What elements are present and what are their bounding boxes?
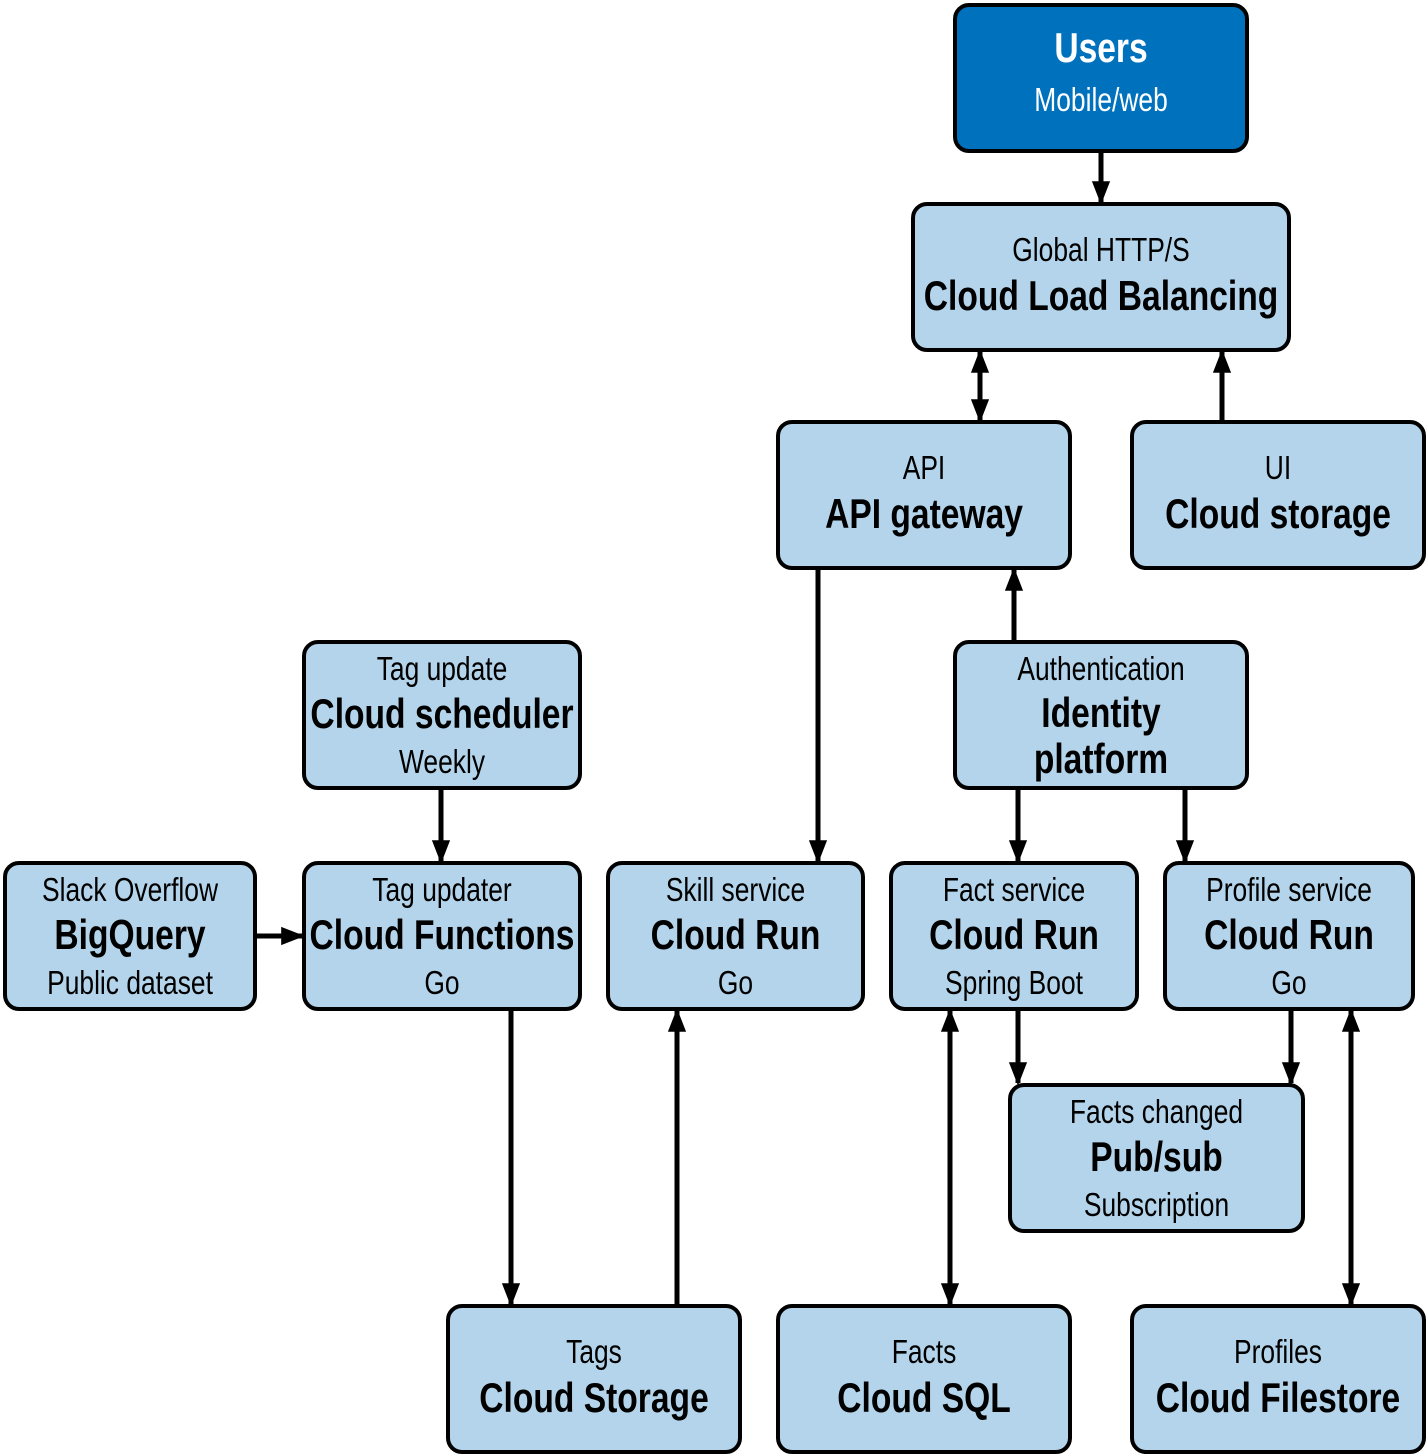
node-subtitle: Mobile/web: [1034, 82, 1168, 118]
node-subtitle: Slack Overflow: [42, 872, 218, 908]
node-users: Users Mobile/web: [953, 3, 1249, 153]
node-subtitle: Go: [718, 965, 753, 1001]
node-title: Cloud storage: [1165, 492, 1391, 538]
node-subtitle: Spring Boot: [945, 965, 1084, 1001]
node-subtitle: Profile service: [1206, 872, 1372, 908]
node-subtitle: Skill service: [666, 872, 805, 908]
node-title: platform: [1034, 737, 1168, 783]
node-title: Cloud Functions: [310, 913, 575, 959]
node-subtitle: Tags: [566, 1334, 622, 1370]
node-api-gateway: API API gateway: [776, 420, 1072, 570]
node-subtitle: Authentication: [1017, 651, 1184, 687]
node-skill-service: Skill service Cloud Run Go: [606, 861, 865, 1011]
node-subtitle: API: [903, 450, 946, 486]
node-title: Cloud Run: [929, 913, 1099, 959]
node-fact-service: Fact service Cloud Run Spring Boot: [889, 861, 1139, 1011]
node-title: Cloud Run: [651, 913, 821, 959]
node-title: Pub/sub: [1090, 1135, 1222, 1181]
architecture-diagram: Users Mobile/web Global HTTP/S Cloud Load B…: [3, 3, 1426, 1454]
node-title: Cloud Filestore: [1156, 1376, 1400, 1422]
node-subtitle: Tag updater: [372, 872, 511, 908]
node-title: Cloud scheduler: [310, 692, 573, 738]
node-load-balancing: Global HTTP/S Cloud Load Balancing: [911, 202, 1291, 352]
node-subtitle: Profiles: [1234, 1334, 1322, 1370]
node-subtitle: Public dataset: [47, 965, 213, 1001]
node-subtitle: UI: [1265, 450, 1291, 486]
node-title: Cloud SQL: [837, 1376, 1011, 1422]
node-profile-service: Profile service Cloud Run Go: [1163, 861, 1415, 1011]
node-subtitle: Facts changed: [1070, 1094, 1243, 1130]
node-facts-sql: Facts Cloud SQL: [776, 1304, 1072, 1454]
node-subtitle: Subscription: [1084, 1187, 1229, 1223]
node-subtitle: Weekly: [399, 744, 485, 780]
node-bigquery: Slack Overflow BigQuery Public dataset: [3, 861, 257, 1011]
node-cloud-scheduler: Tag update Cloud scheduler Weekly: [302, 640, 582, 790]
node-title: Users: [1054, 26, 1147, 72]
node-cloud-functions: Tag updater Cloud Functions Go: [302, 861, 582, 1011]
node-profiles-filestore: Profiles Cloud Filestore: [1130, 1304, 1426, 1454]
node-subtitle: Facts: [892, 1334, 957, 1370]
node-title: BigQuery: [54, 913, 205, 959]
node-subtitle: Tag update: [377, 651, 508, 687]
node-pubsub: Facts changed Pub/sub Subscription: [1008, 1083, 1305, 1233]
node-title: Cloud Run: [1204, 913, 1374, 959]
node-subtitle: Fact service: [943, 872, 1085, 908]
node-ui-storage: UI Cloud storage: [1130, 420, 1426, 570]
node-tags-storage: Tags Cloud Storage: [446, 1304, 742, 1454]
node-subtitle: Global HTTP/S: [1012, 232, 1189, 268]
node-subtitle: Go: [1271, 965, 1306, 1001]
node-title: Cloud Storage: [479, 1376, 709, 1422]
node-title: Cloud Load Balancing: [924, 274, 1279, 320]
node-title: Identity: [1041, 691, 1160, 737]
node-identity-platform: Authentication Identityplatform: [953, 640, 1249, 790]
node-subtitle: Go: [424, 965, 459, 1001]
node-title: API gateway: [825, 492, 1023, 538]
